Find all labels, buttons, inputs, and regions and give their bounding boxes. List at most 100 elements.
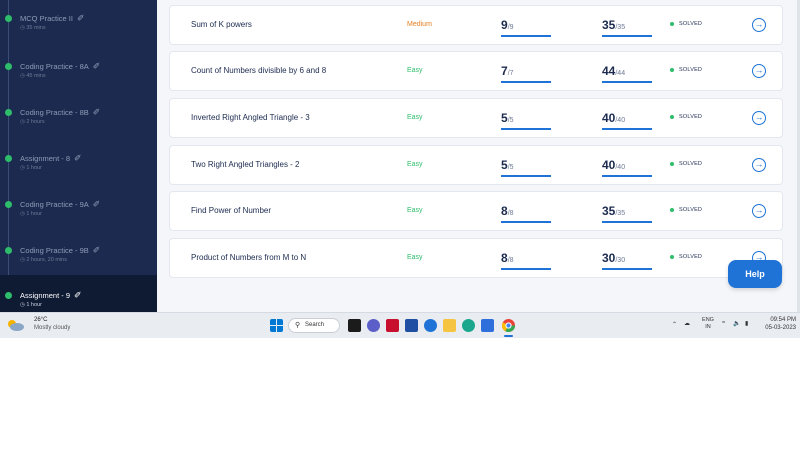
green-dot-icon [670,254,674,259]
arrow-circle-right-icon[interactable]: → [752,204,766,218]
problem-list: Sum of K powers Medium 9/9 35/35 SOLVED → Coun… [157,0,800,312]
sidebar-item-label: Assignment - 9 [20,291,71,300]
problem-row[interactable]: Two Right Angled Triangles - 2 Easy 5/5 40/… [169,145,783,185]
outlook-icon[interactable] [481,319,494,332]
test-cases-score: 8/8 [501,202,514,220]
problem-row[interactable]: Find Power of Number Easy 8/8 35/35 SOLVED → [169,191,783,231]
sidebar-item[interactable]: Coding Practice - 9A ✐ ◷ 1 hour [0,184,157,230]
status-badge: SOLVED [670,114,702,120]
chevron-up-icon[interactable]: ⌃ [672,321,677,328]
points-total: /35 [615,24,626,31]
test-cases-passed: 8 [501,251,508,265]
weather-condition: Mostly cloudy [34,325,71,331]
windows-start-icon[interactable] [270,319,283,332]
sidebar-item-duration-text: 1 hour [26,211,42,217]
status-badge: SOLVED [670,67,702,73]
help-button[interactable]: Help [728,260,782,288]
test-cases-progress-bar [501,35,551,37]
points-earned: 35 [602,204,616,218]
problem-name: Product of Numbers from M to N [191,253,307,262]
problem-row[interactable]: Count of Numbers divisible by 6 and 8 Eas… [169,51,783,91]
test-cases-score: 5/5 [501,156,514,174]
points-progress-bar [602,128,652,130]
sidebar-item-duration-text: 2 hours [26,119,45,125]
status-badge: SOLVED [670,207,702,213]
points-progress-bar [602,221,652,223]
arrow-circle-right-icon[interactable]: → [752,111,766,125]
sidebar: MCQ Practice II ✐ ◷ 35 mins Coding Practice… [0,0,157,321]
active-app-indicator [504,335,513,337]
status-badge: SOLVED [670,161,702,167]
sidebar-item-duration-text: 1 hour [26,302,42,308]
problem-row[interactable]: Inverted Right Angled Triangle - 3 Easy 5 /… [169,98,783,138]
status-badge: SOLVED [670,21,702,27]
arrow-circle-right-icon[interactable]: → [752,158,766,172]
taskbar-search[interactable]: ⚲ Search [288,318,340,333]
test-cases-passed: 7 [501,64,508,78]
completed-dot-icon [5,109,12,116]
sidebar-item[interactable]: Assignment - 8 ✐ ◷ 1 hour [0,138,157,184]
clock-time: 09:54 PM [770,317,796,323]
sidebar-item[interactable]: Coding Practice - 8B ✐ ◷ 2 hours [0,92,157,138]
points-total: /40 [615,117,626,124]
arrow-circle-right-icon[interactable]: → [752,18,766,32]
wifi-icon[interactable]: ≈ [722,320,725,326]
sidebar-item[interactable]: Coding Practice - 8A ✐ ◷ 45 mins [0,46,157,92]
points-earned: 40 [602,158,616,172]
chat-icon[interactable] [367,319,380,332]
sidebar-item-duration: ◷ 1 hour [20,302,42,308]
status-text: SOLVED [679,254,703,260]
points-total: /40 [615,164,626,171]
region-code: IN [705,324,711,330]
clock-date: 05-03-2023 [765,325,796,331]
sidebar-item-duration: ◷ 2 hours, 20 mins [20,257,67,263]
problem-row[interactable]: Product of Numbers from M to N Easy 8/8 30/… [169,238,783,278]
points-total: /44 [615,70,626,77]
clock[interactable]: 09:54 PM 05-03-2023 [756,317,796,331]
problem-name: Inverted Right Angled Triangle - 3 [191,113,310,122]
status-text: SOLVED [679,114,703,120]
sidebar-item-title: Coding Practice - 9A ✐ [20,199,100,210]
arrow-circle-right-icon[interactable]: → [752,64,766,78]
task-view-icon[interactable] [348,319,361,332]
points-earned: 35 [602,18,616,32]
difficulty-label: Easy [407,114,423,121]
problem-name: Find Power of Number [191,206,272,215]
test-cases-progress-bar [501,175,551,177]
battery-icon[interactable]: ▮ [745,320,748,327]
problem-row[interactable]: Sum of K powers Medium 9/9 35/35 SOLVED → [169,5,783,45]
mcafee-icon[interactable] [386,319,399,332]
test-cases-passed: 5 [501,158,508,172]
pencil-icon: ✐ [92,199,101,209]
volume-icon[interactable]: 🔈 [733,320,740,327]
search-icon: ⚲ [295,322,301,329]
edge-icon[interactable] [462,319,475,332]
sidebar-item-duration: ◷ 35 mins [20,25,46,31]
difficulty-label: Medium [407,21,432,28]
help-app-icon[interactable] [424,319,437,332]
pencil-icon: ✐ [76,13,85,23]
sidebar-item-title: Coding Practice - 8B ✐ [20,107,100,118]
test-cases-passed: 5 [501,111,508,125]
status-text: SOLVED [679,207,703,213]
pencil-icon: ✐ [74,290,82,300]
language-indicator[interactable]: ENG IN [700,317,716,331]
file-explorer-icon[interactable] [443,319,456,332]
sidebar-item-title: Assignment - 9 ✐ [20,290,82,301]
difficulty-label: Easy [407,67,423,74]
points-score: 30/30 [602,249,625,267]
points-earned: 30 [602,251,616,265]
chrome-icon[interactable] [502,319,515,332]
calculator-icon[interactable] [405,319,418,332]
onedrive-cloud-icon[interactable]: ☁ [684,320,690,327]
sidebar-item-label: Assignment - 8 [20,154,71,163]
sidebar-item-duration-text: 35 mins [26,25,46,31]
sidebar-item-label: MCQ Practice II [20,14,73,23]
cloudy-weather-icon [8,320,24,331]
sidebar-item[interactable]: MCQ Practice II ✐ ◷ 35 mins [0,0,157,46]
sidebar-item-label: Coding Practice - 8B [20,108,89,117]
pencil-icon: ✐ [92,107,101,117]
sidebar-item[interactable]: Coding Practice - 9B ✐ ◷ 2 hours, 20 mins [0,230,157,276]
points-total: /35 [615,210,626,217]
points-score: 35/35 [602,202,625,220]
